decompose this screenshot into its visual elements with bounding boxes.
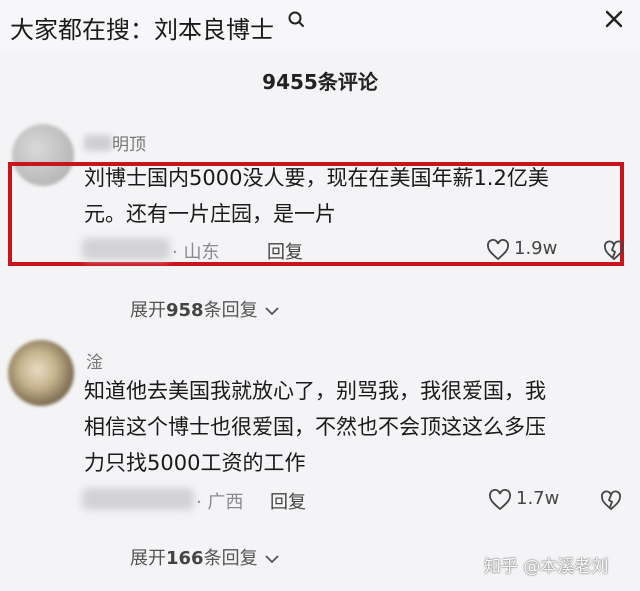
search-icon[interactable] (287, 10, 307, 30)
expand-prefix: 展开 (130, 300, 166, 321)
heart-icon[interactable] (486, 239, 510, 261)
search-suggestion[interactable]: 大家都在搜：刘本良博士 (10, 10, 274, 45)
chevron-down-icon (265, 555, 279, 564)
chevron-down-icon (265, 307, 279, 316)
blurred-name (84, 135, 112, 151)
avatar[interactable] (8, 340, 74, 406)
close-icon[interactable] (603, 8, 625, 30)
reply-button[interactable]: 回复 (270, 488, 306, 514)
comment-text: 刘博士国内5000没人要，现在在美国年薪1.2亿美 元。还有一片庄园，是一片 (84, 160, 549, 232)
username[interactable]: 明顶 (112, 130, 146, 155)
comment-text: 知道他去美国我就放心了，别骂我，我很爱国，我 相信这个博士也很爱国，不然也不会顶… (84, 373, 546, 481)
comment-line: 相信这个博士也很爱国，不然也不会顶这这么多压 (84, 415, 546, 439)
comment-line: 刘博士国内5000没人要，现在在美国年薪1.2亿美 (84, 166, 549, 190)
reply-button[interactable]: 回复 (267, 238, 303, 264)
dislike-icon[interactable] (603, 239, 625, 261)
search-bar[interactable]: 大家都在搜：刘本良博士 (0, 0, 640, 52)
comment-line: 元。还有一片庄园，是一片 (84, 202, 336, 226)
username[interactable]: 淦 (86, 348, 103, 373)
expand-prefix: 展开 (130, 548, 166, 569)
search-prefix: 大家都在搜： (10, 16, 154, 44)
blurred-time (82, 238, 170, 260)
watermark: 知乎 @本溪老刘 (484, 557, 609, 577)
like-count: 1.7w (516, 488, 560, 509)
like-count: 1.9w (514, 238, 558, 259)
reply-count: 166 (166, 548, 204, 569)
comment-line: 知道他去美国我就放心了，别骂我，我很爱国，我 (84, 379, 546, 403)
dislike-icon[interactable] (600, 489, 622, 511)
comment-line: 力只找5000工资的工作 (84, 451, 306, 475)
location: · 山东 (172, 242, 220, 263)
expand-replies-button[interactable]: 展开958条回复 (130, 296, 279, 322)
expand-suffix: 条回复 (203, 300, 258, 321)
heart-icon[interactable] (488, 489, 512, 511)
comment-count: 9455条评论 (262, 70, 378, 94)
expand-suffix: 条回复 (203, 548, 258, 569)
search-query[interactable]: 刘本良博士 (154, 16, 274, 44)
expand-replies-button[interactable]: 展开166条回复 (130, 544, 279, 570)
reply-count: 958 (166, 300, 204, 321)
location: · 广西 (196, 492, 244, 513)
blurred-time (82, 488, 194, 510)
